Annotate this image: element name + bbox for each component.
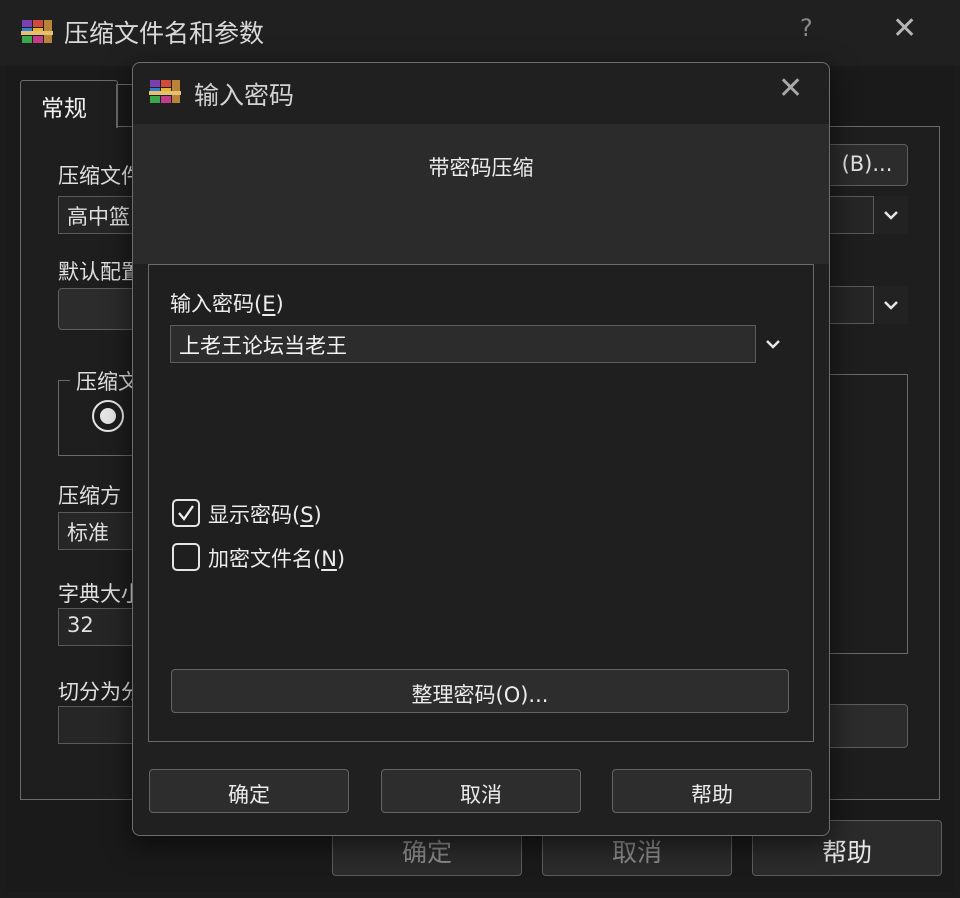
split-volumes-label: 切分为分 xyxy=(58,680,134,704)
tab-general[interactable]: 常规 xyxy=(20,80,118,128)
archive-name-dropdown[interactable] xyxy=(874,196,908,234)
show-password-checkbox[interactable] xyxy=(172,499,200,527)
chevron-down-icon xyxy=(884,211,898,220)
archive-format-label: 压缩文 xyxy=(70,366,134,396)
chevron-down-icon xyxy=(884,301,898,310)
archive-name-label: 压缩文件 xyxy=(58,164,134,188)
winrar-app-icon xyxy=(21,20,53,43)
organize-passwords-button[interactable]: 整理密码(O)... xyxy=(171,669,789,713)
compression-method-label: 压缩方 xyxy=(58,484,121,508)
parent-close-icon[interactable]: ✕ xyxy=(892,14,917,44)
profile-button[interactable] xyxy=(58,288,138,330)
radio-dot-icon xyxy=(100,408,116,424)
dialog-header-band xyxy=(133,124,829,264)
dictionary-size-label: 字典大小 xyxy=(58,582,134,606)
password-label: 输入密码(E) xyxy=(170,292,284,316)
tab-general-label: 常规 xyxy=(41,96,87,122)
format-radio-rar[interactable] xyxy=(92,400,124,432)
checkmark-icon xyxy=(178,505,194,521)
dialog-ok-button[interactable]: 确定 xyxy=(149,769,349,813)
help-question-icon[interactable]: ? xyxy=(800,14,813,42)
password-input[interactable]: 上老王论坛当老王 xyxy=(170,325,756,363)
split-volumes-field[interactable] xyxy=(58,706,138,744)
dictionary-size-select[interactable]: 32 xyxy=(58,608,138,646)
encrypt-filenames-label[interactable]: 加密文件名(N) xyxy=(208,543,345,573)
browse-button[interactable]: (B)... xyxy=(826,144,908,186)
archive-name-field[interactable]: 高中篮 xyxy=(58,196,138,234)
chevron-down-icon xyxy=(766,340,780,349)
default-profile-label: 默认配置 xyxy=(58,260,134,284)
show-password-label[interactable]: 显示密码(S) xyxy=(208,499,322,529)
encrypt-filenames-checkbox[interactable] xyxy=(172,543,200,571)
set-password-button[interactable] xyxy=(826,704,908,748)
dialog-heading: 带密码压缩 xyxy=(428,156,534,180)
compression-method-select[interactable]: 标准 xyxy=(58,512,138,550)
profile-field-right[interactable] xyxy=(826,286,874,324)
dialog-cancel-button[interactable]: 取消 xyxy=(381,769,581,813)
parent-window-title: 压缩文件名和参数 xyxy=(64,19,265,48)
archive-name-field-right[interactable] xyxy=(826,196,874,234)
password-history-dropdown[interactable] xyxy=(756,325,790,363)
winrar-dialog-icon xyxy=(149,80,181,103)
options-groupbox xyxy=(826,374,908,654)
dialog-close-icon[interactable]: ✕ xyxy=(778,74,803,104)
dialog-title: 输入密码 xyxy=(194,81,295,110)
dialog-help-button[interactable]: 帮助 xyxy=(612,769,812,813)
profile-dropdown[interactable] xyxy=(874,286,908,324)
